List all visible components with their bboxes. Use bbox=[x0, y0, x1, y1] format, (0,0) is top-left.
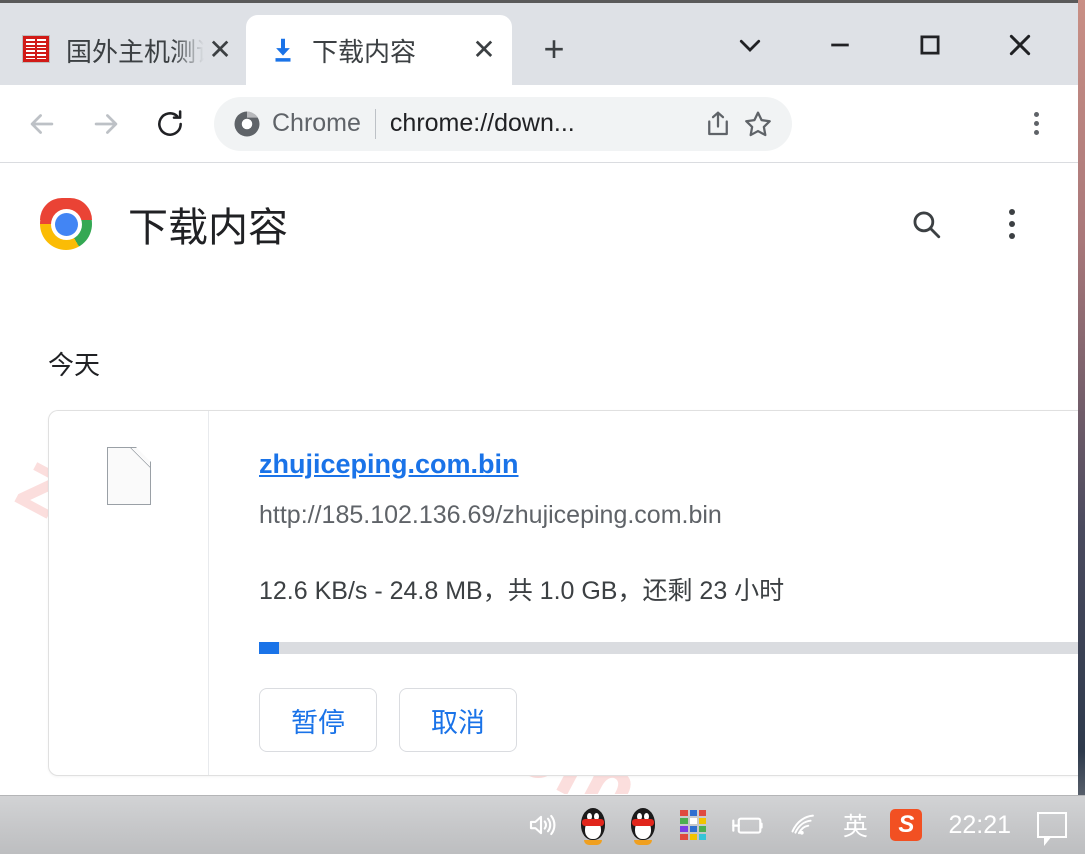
download-file-name-link[interactable]: zhujiceping.com.bin bbox=[259, 449, 519, 480]
pause-button[interactable]: 暂停 bbox=[259, 688, 377, 752]
chrome-chip: Chrome bbox=[232, 109, 361, 139]
download-details: zhujiceping.com.bin http://185.102.136.6… bbox=[209, 411, 1078, 775]
color-grid-icon[interactable] bbox=[678, 803, 708, 847]
chrome-logo-icon bbox=[40, 198, 92, 250]
close-button[interactable] bbox=[988, 13, 1052, 77]
file-icon-column bbox=[49, 411, 209, 775]
tab-strip: 国外主机测评 ✕ 下载内容 ✕ + bbox=[0, 0, 1078, 85]
forward-button[interactable] bbox=[82, 100, 130, 148]
download-icon bbox=[268, 35, 298, 65]
tab-close-button[interactable]: ✕ bbox=[466, 32, 502, 68]
star-icon[interactable] bbox=[738, 104, 778, 144]
window-controls bbox=[718, 6, 1078, 84]
address-bar-url: chrome://down... bbox=[389, 109, 575, 137]
ime-indicator[interactable]: 英 bbox=[840, 803, 870, 847]
download-source-url: http://185.102.136.69/zhujiceping.com.bi… bbox=[259, 501, 722, 529]
chrome-chip-label: Chrome bbox=[272, 109, 361, 137]
desktop-background: 国外主机测评 ✕ 下载内容 ✕ + bbox=[0, 0, 1085, 854]
downloads-page: zhujiceping.com 下载内容 bbox=[0, 163, 1078, 794]
downloads-header: 下载内容 bbox=[0, 163, 1078, 253]
more-vertical-icon[interactable] bbox=[990, 202, 1034, 246]
share-icon[interactable] bbox=[698, 104, 738, 144]
chrome-menu-icon[interactable] bbox=[1014, 102, 1058, 146]
omnibox-divider bbox=[374, 108, 376, 139]
battery-icon[interactable] bbox=[728, 803, 766, 847]
minimize-button[interactable] bbox=[808, 13, 872, 77]
download-status-text: 12.6 KB/s - 24.8 MB，共 1.0 GB，还剩 23 小时 bbox=[259, 577, 785, 605]
qq-icon[interactable] bbox=[578, 803, 608, 847]
header-actions bbox=[904, 202, 1034, 246]
download-actions: 暂停 取消 bbox=[259, 688, 1078, 752]
generic-file-icon bbox=[106, 447, 151, 505]
search-icon[interactable] bbox=[904, 202, 948, 246]
download-progress-fill bbox=[259, 642, 279, 654]
new-tab-button[interactable]: + bbox=[526, 21, 582, 77]
chrome-product-icon bbox=[234, 111, 260, 136]
tab-active-downloads[interactable]: 下载内容 ✕ bbox=[246, 15, 512, 85]
tab-title: 下载内容 bbox=[312, 36, 417, 67]
date-group-label: 今天 bbox=[48, 350, 101, 380]
taskbar-clock[interactable]: 22:21 bbox=[942, 811, 1017, 840]
tab-close-button[interactable]: ✕ bbox=[204, 32, 236, 68]
tab-search-chevron-down-icon[interactable] bbox=[718, 13, 782, 77]
notification-icon[interactable] bbox=[1037, 803, 1067, 847]
chrome-browser-window: 国外主机测评 ✕ 下载内容 ✕ + bbox=[0, 0, 1078, 795]
cancel-button[interactable]: 取消 bbox=[399, 688, 517, 752]
address-bar[interactable]: Chrome chrome://down... bbox=[214, 96, 792, 151]
download-item-card: zhujiceping.com.bin http://185.102.136.6… bbox=[48, 410, 1078, 776]
qq-icon-2[interactable] bbox=[628, 803, 658, 847]
download-progress-bar bbox=[259, 642, 1078, 654]
sogou-input-icon[interactable]: S bbox=[890, 803, 923, 847]
red-square-favicon bbox=[22, 35, 52, 65]
maximize-button[interactable] bbox=[898, 13, 962, 77]
back-button[interactable] bbox=[18, 100, 66, 148]
windows-taskbar: 英 S 22:21 bbox=[0, 795, 1085, 854]
tab-title: 国外主机测评 bbox=[66, 36, 204, 67]
wifi-icon[interactable] bbox=[786, 803, 820, 847]
browser-toolbar: Chrome chrome://down... bbox=[0, 85, 1078, 163]
reload-button[interactable] bbox=[146, 100, 194, 148]
page-title: 下载内容 bbox=[128, 206, 288, 250]
tab-inactive-hosting-review[interactable]: 国外主机测评 ✕ bbox=[0, 15, 246, 85]
volume-icon[interactable] bbox=[524, 803, 558, 847]
